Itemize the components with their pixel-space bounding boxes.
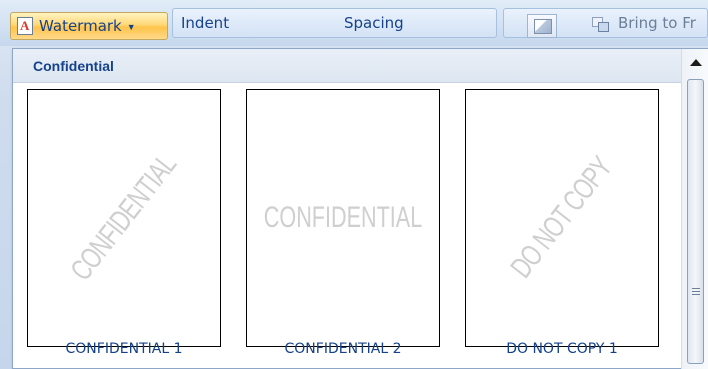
watermark-button[interactable]: A Watermark ▼ xyxy=(10,12,168,40)
scroll-up-arrow-icon[interactable] xyxy=(682,49,708,75)
watermark-gallery: Confidential CONFIDENTIAL CONFIDENTIAL 1… xyxy=(12,48,708,369)
chevron-down-icon: ▼ xyxy=(126,22,136,32)
picture-icon[interactable] xyxy=(527,14,557,38)
spacing-label: Spacing xyxy=(344,14,404,32)
watermark-label: Watermark xyxy=(39,17,122,35)
ribbon-bar: A Watermark ▼ Indent Spacing Bring to Fr… xyxy=(0,0,708,107)
gallery-item-label: DO NOT COPY 1 xyxy=(506,341,618,357)
gallery-item-confidential-1[interactable]: CONFIDENTIAL CONFIDENTIAL 1 xyxy=(27,89,221,359)
watermark-sample-text: CONFIDENTIAL xyxy=(64,148,183,287)
watermark-sample-text: CONFIDENTIAL xyxy=(263,201,423,234)
watermark-preview[interactable]: CONFIDENTIAL xyxy=(27,89,221,347)
scrollbar-thumb[interactable] xyxy=(687,79,704,364)
gallery-item-label: CONFIDENTIAL 1 xyxy=(65,341,183,357)
watermark-preview[interactable]: CONFIDENTIAL xyxy=(246,89,440,347)
section-title: Confidential xyxy=(33,58,114,74)
watermark-preview[interactable]: DO NOT COPY xyxy=(465,89,659,347)
grip-icon xyxy=(692,288,700,295)
gallery-item-confidential-2[interactable]: CONFIDENTIAL CONFIDENTIAL 2 xyxy=(246,89,440,359)
indent-label: Indent xyxy=(181,14,230,32)
watermark-sample-text: DO NOT COPY xyxy=(504,151,619,285)
bring-to-front-label[interactable]: Bring to Fr xyxy=(618,14,696,32)
gallery-item-do-not-copy-1[interactable]: DO NOT COPY DO NOT COPY 1 xyxy=(465,89,659,359)
vertical-scrollbar[interactable] xyxy=(681,49,708,369)
watermark-icon: A xyxy=(17,17,33,35)
gallery-item-label: CONFIDENTIAL 2 xyxy=(284,341,402,357)
bring-to-front-icon[interactable] xyxy=(592,17,610,33)
gallery-section-header: Confidential xyxy=(13,49,708,83)
